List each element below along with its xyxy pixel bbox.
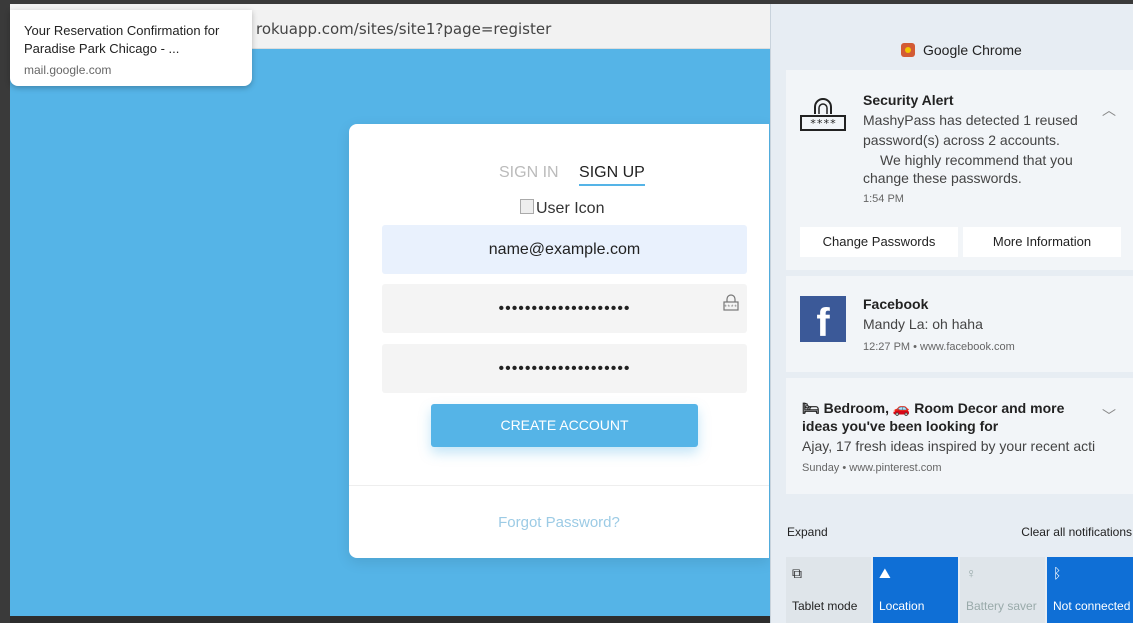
facebook-meta: 12:27 PM • www.facebook.com <box>863 341 1015 353</box>
change-passwords-button[interactable]: Change Passwords <box>800 227 958 257</box>
more-information-button[interactable]: More Information <box>963 227 1121 257</box>
app-name: Google Chrome <box>923 42 1022 58</box>
bluetooth-tile[interactable]: ᛒ Not connected <box>1047 557 1133 623</box>
pinterest-notification[interactable]: 🛏 Bedroom, 🚗 Room Decor and more ideas y… <box>786 378 1133 494</box>
facebook-title: Facebook <box>863 296 929 312</box>
password-manager-icon[interactable]: **** <box>723 284 739 333</box>
password-value: •••••••••••••••••••• <box>498 300 631 317</box>
location-icon: ⛰ <box>879 565 891 581</box>
user-icon: User Icon <box>520 199 604 218</box>
action-center: Google Chrome **** Security Alert MashyP… <box>770 0 1133 623</box>
chevron-down-icon[interactable]: ﹀ <box>1102 406 1116 426</box>
location-label: Location <box>879 599 925 613</box>
security-time: 1:54 PM <box>863 193 904 205</box>
chrome-icon <box>901 43 915 57</box>
signup-card: SIGN IN SIGN UP User Icon name@example.c… <box>349 124 769 558</box>
email-field[interactable]: name@example.com <box>382 225 747 274</box>
taskbar <box>10 616 770 623</box>
facebook-icon: f <box>800 296 846 345</box>
battery-saver-label: Battery saver <box>966 599 1037 613</box>
create-account-button[interactable]: CREATE ACCOUNT <box>431 404 698 447</box>
tablet-mode-icon: ⧉ <box>792 565 802 581</box>
window-top-border <box>0 0 770 4</box>
pinterest-body: Ajay, 17 fresh ideas inspired by your re… <box>802 438 1096 454</box>
tooltip-title: Your Reservation Confirmation for Paradi… <box>24 23 220 56</box>
facebook-notification[interactable]: f Facebook Mandy La: oh haha 12:27 PM • … <box>786 276 1133 372</box>
tablet-mode-tile[interactable]: ⧉ Tablet mode <box>786 557 871 623</box>
facebook-body: Mandy La: oh haha <box>863 316 983 332</box>
window-left-border <box>0 0 10 623</box>
security-notification[interactable]: **** Security Alert MashyPass has detect… <box>786 70 1133 270</box>
url-text[interactable]: rokuapp.com/sites/site1?page=register <box>256 20 551 38</box>
security-line-2: password(s) across 2 accounts. <box>863 132 1060 148</box>
tab-sign-in[interactable]: SIGN IN <box>499 164 559 181</box>
clear-all-notifications-button[interactable]: Clear all notifications <box>1021 525 1132 539</box>
expand-button[interactable]: Expand <box>787 525 828 539</box>
battery-saver-icon: ♀ <box>966 565 977 581</box>
tablet-mode-label: Tablet mode <box>792 599 858 613</box>
confirm-password-field[interactable]: •••••••••••••••••••• <box>382 344 747 393</box>
pinterest-title-1: 🛏 Bedroom, 🚗 Room Decor and more <box>802 400 1065 416</box>
auth-tabs: SIGN IN SIGN UP <box>499 164 645 186</box>
pinterest-meta: Sunday • www.pinterest.com <box>802 462 942 474</box>
tooltip-source: mail.google.com <box>24 63 112 77</box>
battery-saver-tile[interactable]: ♀ Battery saver <box>960 557 1045 623</box>
bluetooth-label: Not connected <box>1053 599 1131 613</box>
forgot-password-link[interactable]: Forgot Password? <box>349 514 769 531</box>
svg-text:****: **** <box>724 305 737 311</box>
action-center-top-border <box>770 0 1133 4</box>
bluetooth-icon: ᛒ <box>1053 565 1062 581</box>
security-line-3: We highly recommend that you <box>880 152 1073 168</box>
broken-image-icon <box>520 199 534 214</box>
location-tile[interactable]: ⛰ Location <box>873 557 958 623</box>
security-title: Security Alert <box>863 92 954 108</box>
user-icon-alt-text: User Icon <box>536 200 605 217</box>
tab-tooltip: Your Reservation Confirmation for Paradi… <box>10 10 252 86</box>
card-divider <box>349 485 769 486</box>
password-lock-icon: **** <box>800 94 846 140</box>
app-header: Google Chrome <box>901 42 1022 58</box>
tab-sign-up[interactable]: SIGN UP <box>579 164 645 186</box>
chevron-up-icon[interactable]: ︿ <box>1102 100 1116 120</box>
pinterest-title-2: ideas you've been looking for <box>802 418 999 434</box>
svg-text:****: **** <box>810 117 837 130</box>
security-line-4: change these passwords. <box>863 170 1022 186</box>
security-line-1: MashyPass has detected 1 reused <box>863 112 1078 128</box>
password-field[interactable]: •••••••••••••••••••• **** <box>382 284 747 333</box>
